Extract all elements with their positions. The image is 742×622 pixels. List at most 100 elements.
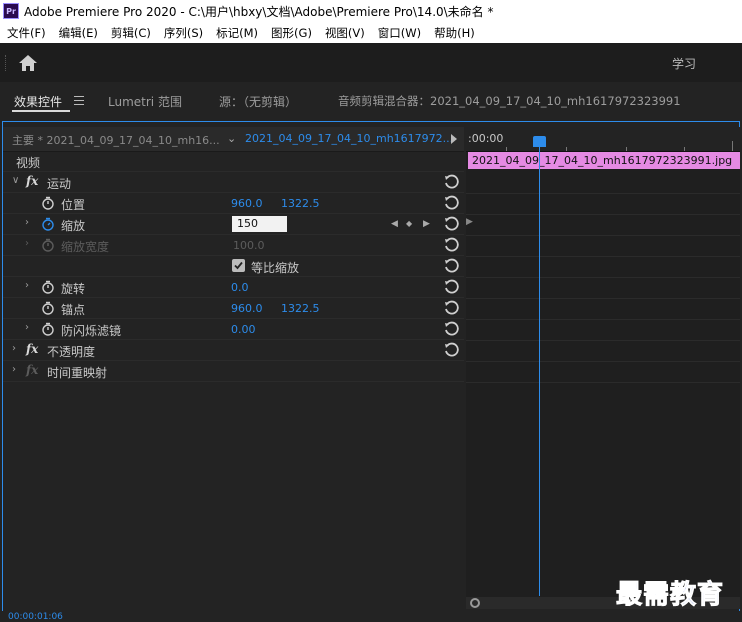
menu-window[interactable]: 窗口(W) <box>371 25 427 41</box>
anchor-y-value[interactable]: 1322.5 <box>281 302 320 315</box>
expand-scale-icon[interactable]: › <box>25 217 29 228</box>
effect-controls-list: 主要 * 2021_04_09_17_04_10_mh16... ⌄ 2021_… <box>3 127 464 618</box>
stopwatch-icon[interactable] <box>41 322 55 336</box>
reset-icon[interactable] <box>443 216 459 232</box>
reset-icon[interactable] <box>443 342 459 358</box>
next-keyframe-icon[interactable]: ▶ <box>423 219 430 229</box>
stopwatch-icon[interactable] <box>41 280 55 294</box>
fx-icon[interactable]: fx <box>26 342 38 356</box>
anti-flicker-value[interactable]: 0.00 <box>231 323 256 336</box>
playhead-line[interactable] <box>539 138 540 596</box>
ruler-tick <box>566 147 567 151</box>
expand-opacity-icon[interactable]: › <box>12 343 16 354</box>
expand-rotation-icon[interactable]: › <box>25 280 29 291</box>
tab-lumetri-scopes[interactable]: Lumetri 范围 <box>108 93 182 110</box>
scale-width-label: 缩放宽度 <box>61 240 110 254</box>
tab-source[interactable]: 源：（无剪辑） <box>219 93 297 110</box>
reset-icon[interactable] <box>443 237 459 253</box>
stopwatch-active-icon[interactable] <box>41 217 55 231</box>
reset-icon[interactable] <box>443 300 459 316</box>
property-row-rotation: › 旋转 0.0 <box>3 277 464 298</box>
uniform-scale-label: 等比缩放 <box>251 261 300 275</box>
tab-audio-clip-mixer[interactable]: 音频剪辑混合器：2021_04_09_17_04_10_mh1617972323… <box>338 93 681 109</box>
menu-markers[interactable]: 标记(M) <box>209 25 264 41</box>
menu-view[interactable]: 视图(V) <box>318 25 371 41</box>
effect-row-time-remap[interactable]: › fx 时间重映射 <box>3 361 464 382</box>
workspace-learn-tab[interactable]: 学习 <box>672 55 696 72</box>
panel-menu-icon[interactable] <box>74 96 84 105</box>
playhead-handle[interactable] <box>533 136 546 147</box>
menu-sequence[interactable]: 序列(S) <box>157 25 209 41</box>
master-clip-label[interactable]: 主要 * 2021_04_09_17_04_10_mh16... <box>12 132 220 148</box>
track-row-divider <box>466 361 740 362</box>
menu-file[interactable]: 文件(F) <box>0 25 52 41</box>
reset-icon[interactable] <box>443 195 459 211</box>
fx-disabled-icon: fx <box>26 363 39 377</box>
premiere-logo-icon: Pr <box>3 3 19 19</box>
uniform-scale-checkbox[interactable] <box>232 259 245 272</box>
anchor-label: 锚点 <box>61 303 86 317</box>
add-keyframe-icon[interactable]: ◆ <box>406 219 412 228</box>
checkmark-icon <box>234 261 243 270</box>
expand-anti-flicker-icon[interactable]: › <box>25 322 29 333</box>
scale-value-input[interactable]: 150 <box>232 216 287 232</box>
stopwatch-icon[interactable] <box>41 196 55 210</box>
reset-icon[interactable] <box>443 174 459 190</box>
expand-motion-icon[interactable]: ∨ <box>12 175 19 186</box>
track-row-divider <box>466 382 740 383</box>
track-row-divider <box>466 193 740 194</box>
menu-help[interactable]: 帮助(H) <box>427 25 481 41</box>
anti-flicker-label: 防闪烁滤镜 <box>61 324 122 338</box>
keyframe-lane-arrow-icon: ▶ <box>466 217 473 227</box>
title-bar: Pr Adobe Premiere Pro 2020 - C:\用户\hbxy\… <box>0 0 742 22</box>
effect-row-motion[interactable]: ∨ fx 运动 <box>3 172 464 193</box>
time-ruler[interactable]: :00:00 <box>466 127 740 152</box>
track-row-divider <box>466 298 740 299</box>
reset-icon[interactable] <box>443 279 459 295</box>
menu-clip[interactable]: 剪辑(C) <box>104 25 157 41</box>
time-remap-label: 时间重映射 <box>47 366 108 380</box>
effect-controls-timeline[interactable]: :00:00 2021_04_09_17_04_10_mh16179723239… <box>466 127 740 597</box>
anchor-x-value[interactable]: 960.0 <box>231 302 263 315</box>
property-row-anti-flicker: › 防闪烁滤镜 0.00 <box>3 319 464 340</box>
property-row-uniform-scale: 等比缩放 <box>3 256 464 277</box>
track-row-divider <box>466 235 740 236</box>
track-row-divider <box>466 277 740 278</box>
active-tab-indicator <box>12 110 70 112</box>
property-row-scale-width: › 缩放宽度 100.0 <box>3 235 464 256</box>
track-row-divider <box>466 256 740 257</box>
track-row-divider <box>466 214 740 215</box>
watermark: 最需教育 <box>615 580 725 611</box>
opacity-label: 不透明度 <box>47 345 96 359</box>
reset-icon[interactable] <box>443 321 459 337</box>
tab-effect-controls[interactable]: 效果控件 <box>14 93 62 110</box>
ruler-tick <box>732 141 733 151</box>
stopwatch-icon[interactable] <box>41 301 55 315</box>
menu-graphics[interactable]: 图形(G) <box>264 25 318 41</box>
home-icon[interactable] <box>16 52 40 74</box>
toolbar-grip[interactable] <box>5 55 9 71</box>
property-row-position: 位置 960.0 1322.5 <box>3 193 464 214</box>
menu-bar: 文件(F) 编辑(E) 剪辑(C) 序列(S) 标记(M) 图形(G) 视图(V… <box>0 22 742 43</box>
property-row-scale: › 缩放 150 ◀ ◆ ▶ <box>3 214 464 235</box>
expand-scale-width-icon: › <box>25 238 29 249</box>
timeline-clip[interactable]: 2021_04_09_17_04_10_mh1617972323991.jpg <box>468 152 740 169</box>
rotation-value[interactable]: 0.0 <box>231 281 249 294</box>
sequence-clip-label[interactable]: 2021_04_09_17_04_10_mh1617972... <box>245 132 453 145</box>
reset-icon[interactable] <box>443 258 459 274</box>
ruler-tick <box>506 147 507 151</box>
expand-time-remap-icon[interactable]: › <box>12 364 16 375</box>
menu-edit[interactable]: 编辑(E) <box>52 25 104 41</box>
prev-keyframe-icon[interactable]: ◀ <box>391 219 398 229</box>
fx-icon[interactable]: fx <box>26 174 38 188</box>
zoom-scroll-handle[interactable] <box>470 598 480 608</box>
status-bar <box>0 611 742 621</box>
workspace-toolbar: 学习 <box>0 43 742 83</box>
position-y-value[interactable]: 1322.5 <box>281 197 320 210</box>
ruler-timecode: :00:00 <box>468 132 504 145</box>
chevron-down-icon[interactable]: ⌄ <box>227 132 236 145</box>
panel-tab-bar: 效果控件 Lumetri 范围 源：（无剪辑） 音频剪辑混合器：2021_04_… <box>0 82 742 120</box>
position-x-value[interactable]: 960.0 <box>231 197 263 210</box>
show-timeline-icon[interactable] <box>451 134 457 144</box>
effect-row-opacity[interactable]: › fx 不透明度 <box>3 340 464 361</box>
